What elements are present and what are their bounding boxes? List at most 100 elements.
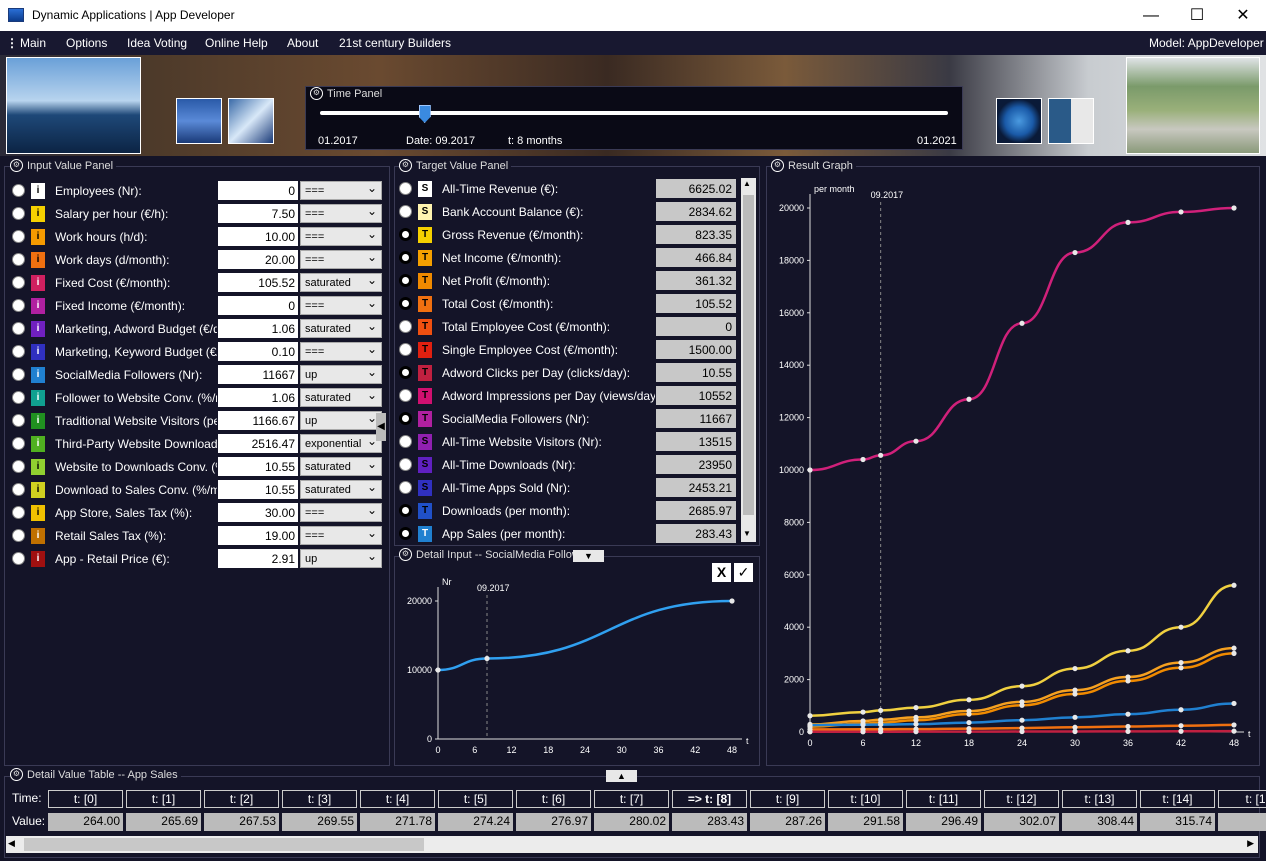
data-point[interactable] xyxy=(1125,728,1131,734)
data-point[interactable] xyxy=(484,655,490,662)
table-value-cell[interactable]: 315.74 xyxy=(1140,813,1215,831)
table-time-cell[interactable]: => t: [8] xyxy=(672,790,747,808)
input-mode-select[interactable]: up xyxy=(300,549,382,568)
data-point[interactable] xyxy=(878,452,884,458)
input-row-radio[interactable] xyxy=(12,391,25,404)
table-time-cell[interactable]: t: [1] xyxy=(126,790,201,808)
table-time-cell[interactable]: t: [9] xyxy=(750,790,825,808)
table-time-cell[interactable]: t: [0] xyxy=(48,790,123,808)
data-point[interactable] xyxy=(1231,650,1237,656)
input-value-field[interactable]: 1166.67 xyxy=(218,411,298,430)
input-value-field[interactable]: 2.91 xyxy=(218,549,298,568)
scroll-left-icon[interactable]: ◀ xyxy=(8,838,15,849)
globe-thumbnail-button[interactable] xyxy=(996,98,1042,144)
input-mode-select[interactable]: === xyxy=(300,342,382,361)
table-time-cell[interactable]: t: [14] xyxy=(1140,790,1215,808)
data-point[interactable] xyxy=(1125,711,1131,717)
target-row-radio[interactable] xyxy=(399,297,412,310)
data-point[interactable] xyxy=(1178,665,1184,671)
input-row-radio[interactable] xyxy=(12,230,25,243)
input-mode-select[interactable]: saturated xyxy=(300,480,382,499)
gear-icon[interactable]: ⚙ xyxy=(399,159,412,172)
data-point[interactable] xyxy=(1125,648,1131,654)
table-value-cell[interactable] xyxy=(1218,813,1266,831)
table-value-cell[interactable]: 283.43 xyxy=(672,813,747,831)
data-point[interactable] xyxy=(1178,707,1184,713)
input-mode-select[interactable]: === xyxy=(300,227,382,246)
input-mode-select[interactable]: saturated xyxy=(300,319,382,338)
time-slider-thumb[interactable] xyxy=(418,105,431,123)
input-row-radio[interactable] xyxy=(12,552,25,565)
table-time-cell[interactable]: t: [5] xyxy=(438,790,513,808)
data-point[interactable] xyxy=(1125,678,1131,684)
input-row-radio[interactable] xyxy=(12,437,25,450)
input-mode-select[interactable]: up xyxy=(300,411,382,430)
input-value-field[interactable]: 2516.47 xyxy=(218,434,298,453)
table-time-cell[interactable]: t: [12] xyxy=(984,790,1059,808)
input-row-radio[interactable] xyxy=(12,529,25,542)
input-row-radio[interactable] xyxy=(12,299,25,312)
input-mode-select[interactable]: up xyxy=(300,365,382,384)
data-point[interactable] xyxy=(1178,659,1184,666)
input-mode-select[interactable]: === xyxy=(300,526,382,545)
input-value-field[interactable]: 10.55 xyxy=(218,457,298,476)
data-point[interactable] xyxy=(1231,700,1237,707)
input-mode-select[interactable]: saturated xyxy=(300,388,382,407)
data-point[interactable] xyxy=(1072,714,1078,720)
data-point[interactable] xyxy=(1072,665,1078,672)
input-value-field[interactable]: 7.50 xyxy=(218,204,298,223)
data-point[interactable] xyxy=(1231,645,1237,651)
data-point[interactable] xyxy=(966,719,972,726)
table-value-cell[interactable]: 302.07 xyxy=(984,813,1059,831)
input-mode-select[interactable]: saturated xyxy=(300,457,382,476)
maximize-button[interactable]: ☐ xyxy=(1174,0,1220,31)
table-value-cell[interactable]: 274.24 xyxy=(438,813,513,831)
input-row-radio[interactable] xyxy=(12,414,25,427)
data-point[interactable] xyxy=(860,729,866,735)
table-value-cell[interactable]: 291.58 xyxy=(828,813,903,831)
data-point[interactable] xyxy=(878,707,884,714)
target-row-radio[interactable] xyxy=(399,274,412,287)
input-row-radio[interactable] xyxy=(12,345,25,358)
data-point[interactable] xyxy=(1072,728,1078,735)
data-point[interactable] xyxy=(1231,728,1237,734)
table-value-cell[interactable]: 287.26 xyxy=(750,813,825,831)
target-row-radio[interactable] xyxy=(399,481,412,494)
input-value-field[interactable]: 10.00 xyxy=(218,227,298,246)
target-scrollbar[interactable]: ▲ ▼ xyxy=(741,178,756,542)
input-value-field[interactable]: 11667 xyxy=(218,365,298,384)
data-point[interactable] xyxy=(435,667,441,673)
data-point[interactable] xyxy=(807,713,813,719)
input-value-field[interactable]: 19.00 xyxy=(218,526,298,545)
target-row-radio[interactable] xyxy=(399,343,412,356)
target-row-radio[interactable] xyxy=(399,251,412,264)
data-point[interactable] xyxy=(1019,728,1025,735)
menu-main[interactable]: Main xyxy=(20,36,46,50)
data-point[interactable] xyxy=(1178,209,1184,215)
data-point[interactable] xyxy=(1231,722,1237,728)
table-value-cell[interactable]: 280.02 xyxy=(594,813,669,831)
data-point[interactable] xyxy=(860,456,866,463)
table-value-cell[interactable]: 265.69 xyxy=(126,813,201,831)
scroll-down-icon[interactable]: ▼ xyxy=(743,529,751,538)
time-slider-track[interactable] xyxy=(320,111,948,115)
data-point[interactable] xyxy=(966,396,972,402)
input-row-radio[interactable] xyxy=(12,207,25,220)
target-row-radio[interactable] xyxy=(399,527,412,540)
table-value-cell[interactable]: 271.78 xyxy=(360,813,435,831)
input-mode-select[interactable]: === xyxy=(300,296,382,315)
door-thumbnail-button[interactable] xyxy=(228,98,274,144)
data-point[interactable] xyxy=(1072,691,1078,697)
sea-thumbnail-button[interactable] xyxy=(176,98,222,144)
menu-options[interactable]: Options xyxy=(66,36,107,50)
input-value-field[interactable]: 20.00 xyxy=(218,250,298,269)
data-point[interactable] xyxy=(1178,723,1184,729)
menu-21st-century-builders[interactable]: 21st century Builders xyxy=(339,36,451,50)
data-point[interactable] xyxy=(913,729,919,735)
result-graph-chart[interactable]: 0200040006000800010000120001400016000180… xyxy=(766,166,1260,766)
gear-icon[interactable]: ⚙ xyxy=(10,768,23,781)
h-scroll-thumb[interactable] xyxy=(24,838,424,851)
input-mode-select[interactable]: === xyxy=(300,204,382,223)
table-value-cell[interactable]: 264.00 xyxy=(48,813,123,831)
target-row-radio[interactable] xyxy=(399,504,412,517)
